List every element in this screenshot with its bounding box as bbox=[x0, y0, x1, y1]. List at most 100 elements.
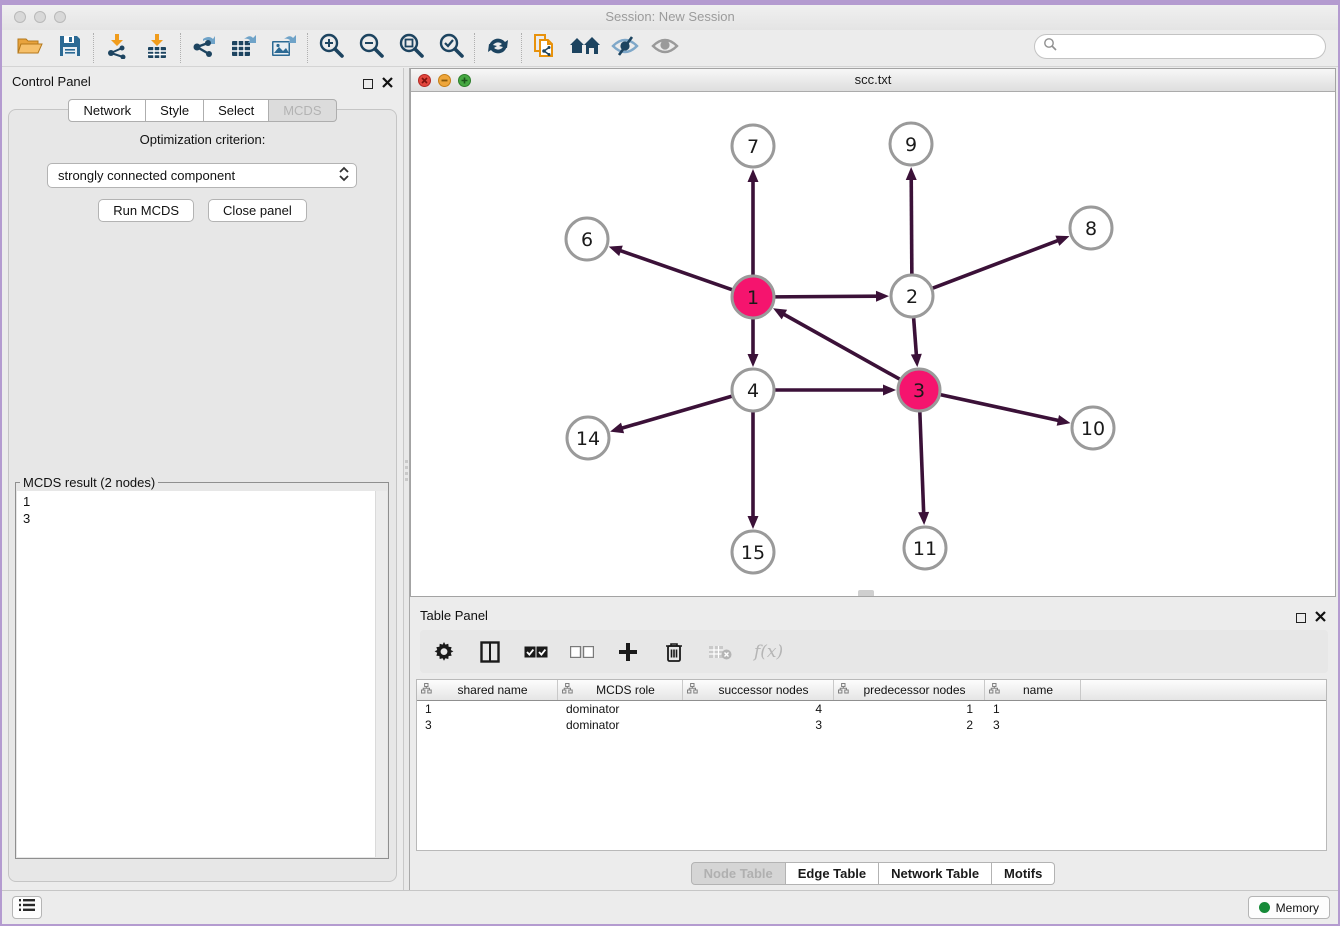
table-cell[interactable]: 3 bbox=[985, 718, 1081, 732]
node-table[interactable]: shared nameMCDS rolesuccessor nodesprede… bbox=[416, 679, 1327, 851]
home-button[interactable] bbox=[565, 33, 605, 63]
graph-node-label: 11 bbox=[913, 538, 937, 560]
result-scrollbar[interactable] bbox=[375, 491, 387, 857]
tab-mcds[interactable]: MCDS bbox=[269, 99, 336, 122]
tree-icon bbox=[989, 683, 1000, 697]
gear-icon[interactable] bbox=[432, 640, 456, 664]
columns-icon[interactable] bbox=[478, 640, 502, 664]
memory-button[interactable]: Memory bbox=[1248, 896, 1330, 919]
table-tabs: Node Table Edge Table Network Table Moti… bbox=[410, 862, 1336, 885]
mcds-result-line: 3 bbox=[23, 510, 387, 527]
table-row[interactable]: 1dominator411 bbox=[417, 701, 1326, 717]
mcds-result-list[interactable]: 13 bbox=[17, 491, 387, 857]
column-header-predecessor-nodes[interactable]: predecessor nodes bbox=[834, 680, 985, 700]
search-box bbox=[1034, 34, 1326, 59]
export-image-button[interactable] bbox=[264, 33, 304, 63]
import-table-button[interactable] bbox=[137, 33, 177, 63]
export-table-icon bbox=[230, 33, 258, 64]
refresh-layout-button[interactable] bbox=[478, 33, 518, 63]
table-cell[interactable]: dominator bbox=[558, 702, 683, 716]
tab-node-table[interactable]: Node Table bbox=[691, 862, 786, 885]
splitter-grip-icon bbox=[405, 460, 408, 482]
task-history-button[interactable] bbox=[12, 896, 42, 919]
import-network-button[interactable] bbox=[97, 33, 137, 63]
graph-edge-3-11[interactable] bbox=[920, 410, 924, 514]
column-header-successor-nodes[interactable]: successor nodes bbox=[683, 680, 834, 700]
edge-arrowhead bbox=[883, 385, 896, 396]
column-header-shared-name[interactable]: shared name bbox=[417, 680, 558, 700]
save-session-button[interactable] bbox=[50, 33, 90, 63]
delete-column-icon[interactable] bbox=[662, 640, 686, 664]
float-panel-icon[interactable] bbox=[363, 79, 373, 89]
search-input[interactable] bbox=[1062, 39, 1325, 54]
table-cell[interactable]: 2 bbox=[834, 718, 985, 732]
edge-arrowhead bbox=[876, 291, 889, 302]
refresh-icon bbox=[485, 34, 511, 63]
zoom-selected-button[interactable] bbox=[431, 33, 471, 63]
deselect-all-icon[interactable] bbox=[570, 640, 594, 664]
graph-edge-3-1[interactable] bbox=[783, 314, 902, 381]
tab-edge-table[interactable]: Edge Table bbox=[786, 862, 879, 885]
graph-edge-1-6[interactable] bbox=[619, 250, 734, 290]
network-window-title: scc.txt bbox=[411, 72, 1335, 87]
network-window-titlebar[interactable]: scc.txt bbox=[411, 69, 1335, 92]
open-session-button[interactable] bbox=[10, 33, 50, 63]
export-network-button[interactable] bbox=[184, 33, 224, 63]
close-panel-icon[interactable] bbox=[382, 75, 393, 93]
network-copy-button[interactable] bbox=[525, 33, 565, 63]
tab-network-table[interactable]: Network Table bbox=[879, 862, 992, 885]
export-table-button[interactable] bbox=[224, 33, 264, 63]
graph-edge-1-2[interactable] bbox=[773, 296, 878, 297]
table-cell[interactable]: 3 bbox=[417, 718, 558, 732]
vertical-splitter[interactable] bbox=[403, 68, 410, 890]
table-cell[interactable]: 1 bbox=[985, 702, 1081, 716]
table-header-row[interactable]: shared nameMCDS rolesuccessor nodesprede… bbox=[417, 680, 1326, 701]
graph-edge-2-8[interactable] bbox=[931, 240, 1060, 289]
column-header-MCDS-role[interactable]: MCDS role bbox=[558, 680, 683, 700]
add-column-icon[interactable] bbox=[616, 640, 640, 664]
graph-edge-2-3[interactable] bbox=[913, 316, 916, 356]
graph-edge-3-10[interactable] bbox=[939, 394, 1060, 420]
tab-motifs[interactable]: Motifs bbox=[992, 862, 1055, 885]
zoom-out-button[interactable] bbox=[351, 33, 391, 63]
column-header-name[interactable]: name bbox=[985, 680, 1081, 700]
control-panel-title: Control Panel bbox=[12, 74, 91, 89]
tab-style[interactable]: Style bbox=[146, 99, 204, 122]
edge-arrowhead bbox=[610, 423, 624, 434]
mcds-result-line: 1 bbox=[23, 493, 387, 510]
close-panel-button[interactable]: Close panel bbox=[208, 199, 307, 222]
table-body: 1dominator4113dominator323 bbox=[417, 701, 1326, 733]
status-bar: Memory bbox=[2, 890, 1338, 924]
criterion-dropdown[interactable]: strongly connected component bbox=[47, 163, 357, 188]
window-title: Session: New Session bbox=[2, 9, 1338, 24]
zoom-in-button[interactable] bbox=[311, 33, 351, 63]
function-builder-icon[interactable]: f(x) bbox=[754, 642, 783, 662]
export-image-icon bbox=[270, 33, 298, 64]
float-table-panel-icon[interactable] bbox=[1296, 613, 1306, 623]
hide-selected-button[interactable] bbox=[605, 33, 645, 63]
edge-arrowhead bbox=[748, 354, 759, 367]
tab-select[interactable]: Select bbox=[204, 99, 269, 122]
graph-edge-2-9[interactable] bbox=[911, 178, 912, 276]
table-row[interactable]: 3dominator323 bbox=[417, 717, 1326, 733]
graph-node-label: 14 bbox=[576, 428, 600, 450]
show-all-button[interactable] bbox=[645, 33, 685, 63]
delete-table-icon[interactable] bbox=[708, 640, 732, 664]
network-canvas[interactable]: 1234678910111415 bbox=[411, 92, 1335, 596]
table-cell[interactable]: 1 bbox=[417, 702, 558, 716]
tab-network[interactable]: Network bbox=[68, 99, 146, 122]
select-all-icon[interactable] bbox=[524, 640, 548, 664]
graph-edge-4-14[interactable] bbox=[621, 396, 734, 429]
memory-label: Memory bbox=[1276, 901, 1319, 915]
run-mcds-button[interactable]: Run MCDS bbox=[98, 199, 194, 222]
table-cell[interactable]: 4 bbox=[683, 702, 834, 716]
table-cell[interactable]: dominator bbox=[558, 718, 683, 732]
toolbar-separator bbox=[474, 33, 475, 63]
table-cell[interactable]: 1 bbox=[834, 702, 985, 716]
eye-icon bbox=[651, 36, 679, 61]
zoom-fit-button[interactable] bbox=[391, 33, 431, 63]
toolbar-separator bbox=[180, 33, 181, 63]
table-cell[interactable]: 3 bbox=[683, 718, 834, 732]
canvas-splitter-grip[interactable] bbox=[858, 590, 874, 596]
close-table-panel-icon[interactable] bbox=[1315, 609, 1326, 627]
